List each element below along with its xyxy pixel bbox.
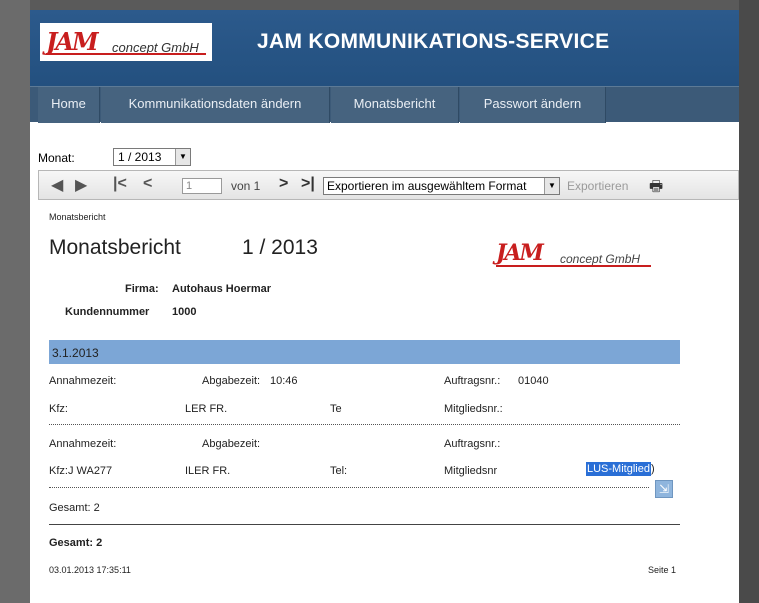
- report-timestamp: 03.01.2013 17:35:11: [49, 565, 131, 575]
- chevron-down-icon[interactable]: ▼: [544, 178, 559, 194]
- date-band: 3.1.2013: [49, 340, 680, 364]
- annahmezeit-label: Annahmezeit:: [49, 438, 117, 450]
- mitgliedsnr-label: Mitgliedsnr.:: [444, 403, 503, 415]
- site-title: JAM KOMMUNIKATIONS-SERVICE: [257, 30, 610, 53]
- print-icon[interactable]: 🖶: [649, 176, 663, 201]
- abgabezeit-label: Abgabezeit:: [202, 438, 261, 450]
- date-band-label: 3.1.2013: [52, 346, 99, 360]
- company-logo[interactable]: JAM concept GmbH: [40, 23, 212, 61]
- nav-kommunikationsdaten[interactable]: Kommunikationsdaten ändern: [101, 87, 330, 123]
- chevron-down-icon[interactable]: ▼: [175, 149, 190, 165]
- previous-page-icon[interactable]: <: [143, 175, 152, 193]
- mitglied-suffix: ): [650, 463, 655, 475]
- report-logo-underline: [496, 265, 651, 267]
- firma-value: Autohaus Hoermar: [172, 283, 272, 295]
- auftragsnr-label: Auftragsnr.:: [444, 438, 501, 450]
- logo-mark: JAM: [46, 27, 99, 56]
- kundennummer-label: Kundennummer: [65, 306, 150, 318]
- window-right-shade: [739, 0, 759, 603]
- nav-passwort[interactable]: Passwort ändern: [460, 87, 606, 123]
- browser-page: JAM concept GmbH JAM KOMMUNIKATIONS-SERV…: [30, 10, 739, 603]
- customer-name: LER FR.: [185, 403, 228, 415]
- first-page-icon[interactable]: |<: [113, 175, 127, 193]
- report-logo: JAM concept GmbH: [496, 240, 656, 270]
- report-period: 1 / 2013: [242, 236, 318, 259]
- nav-home[interactable]: Home: [38, 87, 100, 123]
- firma-label: Firma:: [125, 283, 159, 295]
- logo-underline: [46, 53, 206, 55]
- next-page-icon[interactable]: >: [279, 175, 288, 193]
- forward-icon[interactable]: ▶: [75, 175, 87, 195]
- page-number-input[interactable]: 1: [182, 178, 222, 194]
- mitgliedsnr-label: Mitgliedsnr: [444, 465, 498, 477]
- report-breadcrumb: Monatsbericht: [49, 212, 106, 222]
- back-icon[interactable]: ◀: [51, 175, 63, 195]
- annahmezeit-label: Annahmezeit:: [49, 375, 117, 387]
- report-logo-text: concept GmbH: [560, 252, 641, 266]
- subtotal: Gesamt: 2: [49, 502, 100, 514]
- entry-divider: [49, 424, 680, 425]
- abgabezeit-label: Abgabezeit:: [202, 375, 261, 387]
- auftragsnr-value: 01040: [518, 375, 549, 387]
- report-toolbar: ◀ ▶ |< < 1 von 1 > >| Exportieren im aus…: [38, 170, 739, 200]
- auftragsnr-label: Auftragsnr.:: [444, 375, 501, 387]
- nav-monatsbericht[interactable]: Monatsbericht: [331, 87, 459, 123]
- total-divider: [49, 524, 680, 525]
- page-indicator: Seite 1: [648, 565, 677, 575]
- customer-name: ILER FR.: [185, 465, 231, 477]
- export-format-select[interactable]: Exportieren im ausgewähltem Format ▼: [323, 177, 560, 195]
- mitglied-selection: LUS-Mitglied: [586, 462, 651, 476]
- export-format-value: Exportieren im ausgewähltem Format: [327, 179, 527, 193]
- tel-label: Te: [330, 403, 342, 415]
- site-header: JAM concept GmbH JAM KOMMUNIKATIONS-SERV…: [30, 10, 739, 86]
- report-logo-mark: JAM: [496, 240, 544, 266]
- abgabezeit-value: 10:46: [270, 375, 298, 387]
- kfz-label: Kfz:J WA277: [49, 465, 113, 477]
- monat-select[interactable]: 1 / 2013 ▼: [113, 148, 191, 166]
- expand-icon[interactable]: ⇲: [655, 480, 673, 498]
- monat-label: Monat:: [38, 151, 75, 165]
- grand-total: Gesamt: 2: [49, 537, 103, 549]
- mitgliedsnr-value[interactable]: LUS-Mitglied): [586, 462, 655, 476]
- page-count-label: von 1: [231, 179, 261, 193]
- tel-label: Tel:: [330, 465, 348, 477]
- kundennummer-value: 1000: [172, 306, 197, 318]
- monat-value: 1 / 2013: [118, 150, 162, 164]
- main-nav: Home Kommunikationsdaten ändern Monatsbe…: [30, 86, 739, 123]
- last-page-icon[interactable]: >|: [301, 175, 315, 193]
- report-title: Monatsbericht: [49, 236, 181, 259]
- export-button[interactable]: Exportieren: [567, 179, 628, 193]
- entry-divider: [49, 487, 649, 488]
- window-top-shade: [30, 0, 759, 10]
- kfz-label: Kfz:: [49, 403, 68, 415]
